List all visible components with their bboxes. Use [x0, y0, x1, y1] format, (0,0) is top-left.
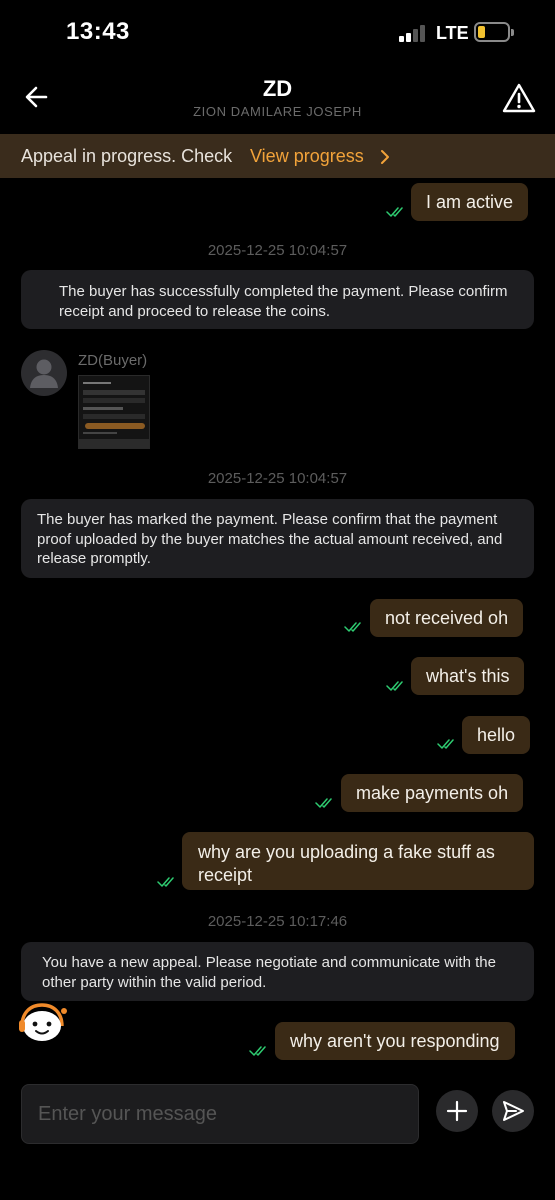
sender-name: ZD(Buyer): [78, 352, 148, 369]
system-message: The buyer has successfully completed the…: [21, 270, 534, 329]
message-bubble-outgoing[interactable]: hello: [462, 716, 531, 754]
plus-icon: [446, 1100, 468, 1122]
warning-triangle-icon[interactable]: [502, 82, 536, 114]
chat-header: ZD ZION DAMILARE JOSEPH: [0, 66, 555, 134]
double-check-icon: [249, 1046, 266, 1056]
message-bubble-outgoing[interactable]: make payments oh: [341, 774, 524, 812]
chevron-right-icon[interactable]: [378, 148, 392, 166]
timestamp: 2025-12-25 10:04:57: [207, 242, 348, 259]
battery-icon: [474, 22, 514, 42]
message-bubble-outgoing[interactable]: why aren't you responding: [275, 1022, 515, 1060]
system-message: You have a new appeal. Please negotiate …: [21, 942, 534, 1001]
send-button[interactable]: [492, 1090, 534, 1132]
appeal-banner: Appeal in progress. Check View progress: [0, 134, 555, 178]
user-icon: [30, 359, 58, 388]
double-check-icon: [437, 739, 454, 749]
add-attachment-button[interactable]: [436, 1090, 478, 1132]
message-bubble-outgoing[interactable]: I am active: [411, 183, 529, 221]
chat-subtitle: ZION DAMILARE JOSEPH: [193, 104, 362, 119]
timestamp: 2025-12-25 10:17:46: [207, 913, 348, 930]
network-label: LTE: [436, 23, 469, 43]
view-progress-link[interactable]: View progress: [250, 146, 364, 167]
double-check-icon: [315, 798, 332, 808]
status-time: 13:43: [66, 18, 130, 45]
message-bubble-outgoing[interactable]: why are you uploading a fake stuff as re…: [182, 832, 534, 890]
message-bubble-outgoing[interactable]: not received oh: [370, 599, 524, 637]
message-input-container: [21, 1084, 419, 1144]
status-bar: 13:43 LTE: [0, 0, 555, 66]
message-bubble-outgoing[interactable]: what's this: [411, 657, 525, 695]
double-check-icon: [344, 622, 361, 632]
send-icon: [503, 1101, 524, 1121]
buyer-avatar: [21, 350, 67, 396]
system-message: The buyer has marked the payment. Please…: [21, 499, 534, 578]
signal-icon: [399, 24, 429, 42]
message-input[interactable]: [22, 1085, 418, 1143]
payment-proof-image[interactable]: [78, 375, 150, 449]
timestamp: 2025-12-25 10:04:57: [207, 470, 348, 487]
appeal-banner-text: Appeal in progress. Check: [21, 146, 233, 166]
double-check-icon: [386, 681, 403, 691]
chat-title: ZD: [262, 76, 293, 101]
double-check-icon: [157, 877, 174, 887]
double-check-icon: [386, 207, 403, 217]
customer-support-icon[interactable]: [16, 1002, 68, 1044]
